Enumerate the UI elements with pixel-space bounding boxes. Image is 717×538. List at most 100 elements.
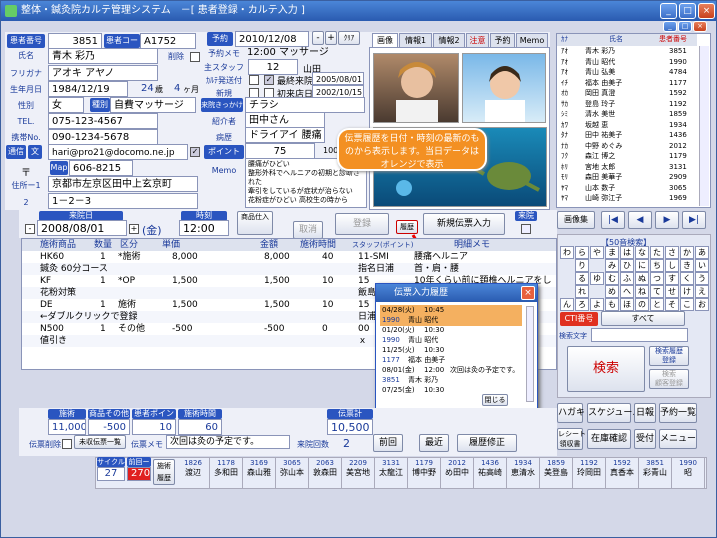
mail-checkbox[interactable]: ✓ <box>190 147 200 157</box>
kana-key[interactable]: さ <box>665 246 679 259</box>
search-button[interactable]: 検索 <box>567 346 645 392</box>
kana-key[interactable]: や <box>590 246 604 259</box>
customer-row[interactable]: ｲﾁ 福本 由美子 1177 <box>557 78 697 89</box>
history-item[interactable]: 3065 弥山本 <box>276 458 309 488</box>
tel-field[interactable]: 075-123-4567 <box>48 113 158 129</box>
birth-field[interactable]: 1984/12/19 <box>48 81 128 97</box>
zip-field[interactable]: 606-8215 <box>69 160 133 176</box>
table-row[interactable]: HK60 1 *施術 8,000 8,000 40 11-SMI 腰痛ヘルニア <box>22 251 556 263</box>
kana-key[interactable]: へ <box>620 285 634 298</box>
visit-time-field[interactable]: 12:00 <box>179 220 229 236</box>
visit-date-minus[interactable]: - <box>25 224 35 234</box>
receipt-button[interactable]: レシート 領収書 <box>557 428 586 450</box>
kana-key[interactable]: の <box>635 298 649 311</box>
kana-key[interactable]: る <box>575 272 589 285</box>
last-record-button[interactable]: ▶| <box>682 211 706 229</box>
kana-key[interactable]: き <box>680 259 694 272</box>
history-item[interactable]: 2063 敦森田 <box>309 458 342 488</box>
customer-row[interactable]: ｱｵ 青木 彩乃 3851 <box>557 46 697 57</box>
kana-key[interactable]: す <box>665 272 679 285</box>
history-item[interactable]: 3131 太龍江 <box>375 458 408 488</box>
history-item[interactable]: 1990 昭 <box>672 458 705 488</box>
visit-checkbox[interactable] <box>521 224 531 234</box>
card-checkbox[interactable] <box>249 75 259 85</box>
kana-key[interactable]: え <box>695 285 709 298</box>
staff-no-select[interactable]: 12 <box>248 59 298 75</box>
history-title-button[interactable]: 施術 履歴 <box>153 459 175 485</box>
table-row[interactable]: 鍼灸 60分コース 指名日浦 首・肩・腰 <box>22 263 556 275</box>
cti-button[interactable]: CTI番号 <box>560 312 598 326</box>
new-slip-button[interactable]: 新規伝票入力 <box>423 213 505 235</box>
kana-key[interactable]: も <box>605 298 619 311</box>
history-item[interactable]: 1826 渡辺 <box>177 458 210 488</box>
trigger-field[interactable]: チラシ <box>245 97 365 113</box>
customer-row[interactable]: ｶﾜ 坂越 恵 1934 <box>557 120 697 131</box>
reception-button[interactable]: 受付 <box>634 429 656 449</box>
history-item[interactable]: 3851 彩青山 <box>639 458 672 488</box>
tab-info1[interactable]: 情報1 <box>399 33 432 47</box>
tab-image[interactable]: 画像 <box>372 33 398 47</box>
points-field[interactable]: 75 <box>245 143 315 159</box>
stock-check-button[interactable]: 在庫確認 <box>587 429 631 449</box>
tab-caution[interactable]: 注意 <box>466 33 489 47</box>
all-button[interactable]: すべて <box>601 311 685 326</box>
patient-id-field[interactable]: 3851 <box>48 33 102 49</box>
latest-button[interactable]: 最近 <box>419 434 449 452</box>
customer-row[interactable]: ｻｶ 登島 玲子 1192 <box>557 99 697 110</box>
customer-row[interactable]: ﾓﾘ 森田 美華子 2909 <box>557 172 697 183</box>
kana-key[interactable]: あ <box>695 246 709 259</box>
kana-key[interactable]: て <box>650 285 664 298</box>
kana-key[interactable]: ふ <box>620 272 634 285</box>
kana-key[interactable]: か <box>680 246 694 259</box>
addr1-field[interactable]: 京都市左京区田中上玄京町 <box>48 176 198 192</box>
customer-row[interactable]: ｱｵ 青山 弘美 4784 <box>557 67 697 78</box>
kana-key[interactable]: い <box>695 259 709 272</box>
kana-key[interactable]: よ <box>590 298 604 311</box>
date-clear-button[interactable]: ｸﾘｱ <box>338 31 360 45</box>
child-close-button[interactable]: × <box>693 21 707 32</box>
kana-key[interactable]: み <box>605 259 619 272</box>
maximize-button[interactable]: □ <box>679 3 696 19</box>
mail-field[interactable]: hari@pro21@docomo.ne.jp <box>48 144 188 160</box>
customer-row[interactable]: ﾔﾏ 山崎 弥江子 1969 <box>557 193 697 204</box>
search-input[interactable] <box>591 328 688 342</box>
mobile-field[interactable]: 090-1234-5678 <box>48 129 158 145</box>
visit-date-field[interactable]: 2008/08/01 <box>37 220 127 236</box>
patient-code-field[interactable]: A1752 <box>140 33 196 49</box>
kana-key[interactable]: ろ <box>575 298 589 311</box>
delete-checkbox[interactable] <box>190 52 200 62</box>
kana-key[interactable]: ま <box>605 246 619 259</box>
kana-key[interactable]: ん <box>560 298 574 311</box>
reservation-list-button[interactable]: 予約一覧 <box>659 403 697 423</box>
customer-row[interactable]: ﾀﾅ 田中 祐美子 1436 <box>557 130 697 141</box>
register-button[interactable]: 登録 <box>335 213 389 235</box>
customer-row[interactable]: ｵｶ 岡田 真澄 1592 <box>557 88 697 99</box>
kana-key[interactable]: せ <box>665 285 679 298</box>
customer-row[interactable]: ｼﾐ 清水 美世 1859 <box>557 109 697 120</box>
customer-row[interactable]: ﾔﾏ 山本 数子 3065 <box>557 183 697 194</box>
popup-close-icon[interactable]: × <box>521 286 535 300</box>
minimize-button[interactable]: _ <box>660 3 677 19</box>
kana-key[interactable]: と <box>650 298 664 311</box>
cancel-button[interactable]: 取消 <box>293 221 323 239</box>
condition-field[interactable]: ドライアイ 腰痛 <box>245 127 325 143</box>
postcard-button[interactable]: ハガキ <box>557 403 585 423</box>
customer-row[interactable]: ﾎﾘ 宮地 太郎 3131 <box>557 162 697 173</box>
history-button[interactable]: 履歴 <box>396 220 418 234</box>
close-button[interactable]: × <box>698 3 715 19</box>
trigger-button[interactable]: 来院きっかけ <box>201 98 243 112</box>
history-item[interactable]: 1859 美登島 <box>540 458 573 488</box>
history-item[interactable]: 1179 博中野 <box>408 458 441 488</box>
kana-key[interactable]: む <box>605 272 619 285</box>
date-minus-button[interactable]: - <box>312 31 324 45</box>
kana-key[interactable]: り <box>575 259 589 272</box>
kana-key[interactable]: た <box>650 246 664 259</box>
addr2-field[interactable]: 1－2－3 <box>48 193 198 209</box>
kana-key[interactable]: こ <box>680 298 694 311</box>
customer-register-button[interactable]: 検索 顧客登録 <box>649 369 689 389</box>
history-fix-button[interactable]: 履歴修正 <box>457 434 517 452</box>
child-minimize-button[interactable]: _ <box>663 21 677 32</box>
customer-row[interactable]: ﾅｶ 中野 めぐみ 2012 <box>557 141 697 152</box>
history-item[interactable]: 1934 恵清水 <box>507 458 540 488</box>
next-record-button[interactable]: ▶ <box>655 211 679 229</box>
